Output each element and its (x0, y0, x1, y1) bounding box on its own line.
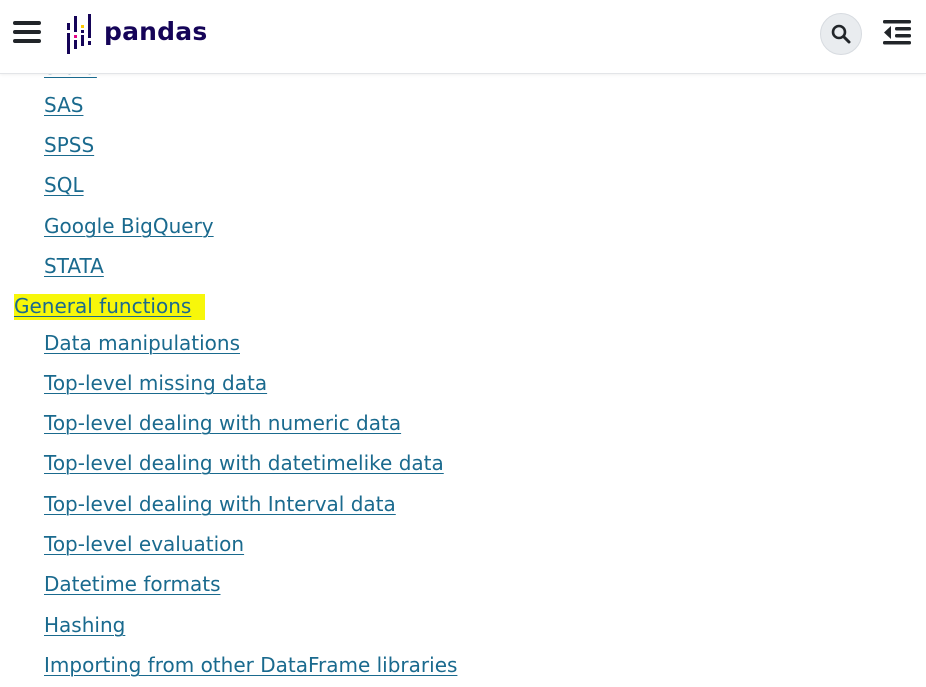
outdent-icon[interactable] (883, 18, 911, 46)
toc-link-importing-from-other-dataframe-libraries[interactable]: Importing from other DataFrame libraries (44, 653, 457, 677)
pandas-logo-mark-icon (67, 14, 91, 54)
pandas-logo[interactable]: pandas (66, 14, 207, 54)
toc-link-top-level-interval-data[interactable]: Top-level dealing with Interval data (44, 492, 396, 516)
search-button[interactable] (820, 13, 862, 55)
toc-link-google-bigquery[interactable]: Google BigQuery (44, 214, 214, 238)
toc-content: Stata SAS SPSS SQL Google BigQuery STATA… (0, 0, 926, 687)
toc-link-top-level-numeric-data[interactable]: Top-level dealing with numeric data (44, 411, 401, 435)
toc-link-hashing[interactable]: Hashing (44, 613, 125, 637)
logo-wordmark: pandas (104, 16, 208, 46)
hamburger-menu-icon[interactable] (13, 18, 41, 46)
toc-link-data-manipulations[interactable]: Data manipulations (44, 331, 240, 355)
search-icon (831, 24, 851, 44)
toc-section-general-functions[interactable]: General functions (14, 294, 206, 320)
toc-link-top-level-datetimelike-data[interactable]: Top-level dealing with datetimelike data (44, 451, 444, 475)
toc-link-sql[interactable]: SQL (44, 173, 84, 197)
toc-link-top-level-missing-data[interactable]: Top-level missing data (44, 371, 267, 395)
toc-link-stata[interactable]: STATA (44, 254, 104, 278)
toc-link-spss[interactable]: SPSS (44, 133, 94, 157)
toc-link-datetime-formats[interactable]: Datetime formats (44, 572, 221, 596)
top-navbar: pandas (0, 0, 926, 74)
toc-link-top-level-evaluation[interactable]: Top-level evaluation (44, 532, 244, 556)
toc-link-sas[interactable]: SAS (44, 93, 83, 117)
